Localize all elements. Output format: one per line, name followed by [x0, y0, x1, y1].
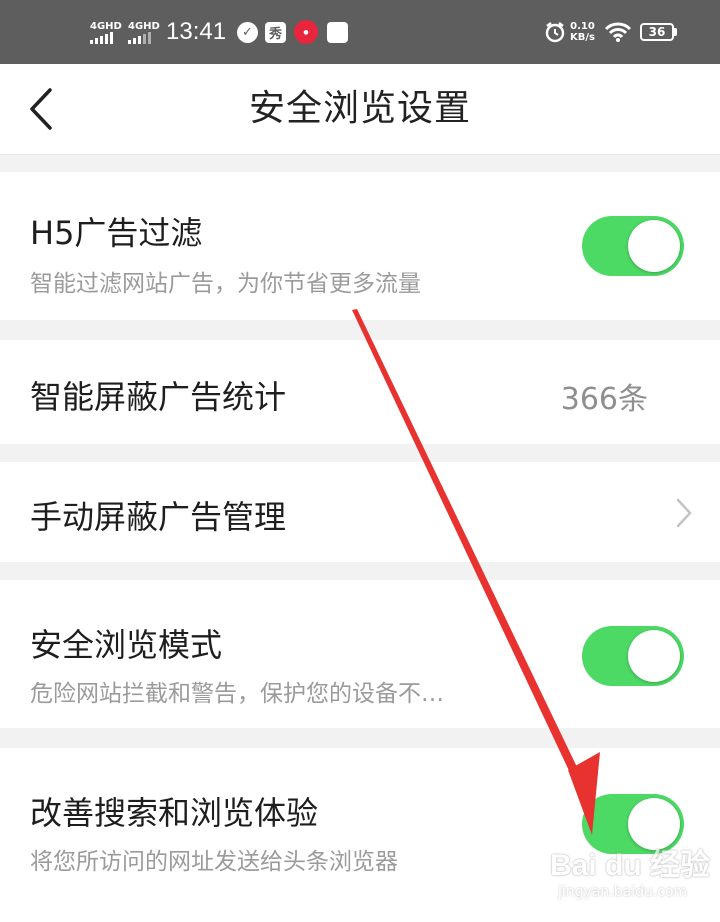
- sim2-label: 4GHD: [128, 20, 160, 32]
- toggle-knob: [628, 220, 680, 272]
- setting-title: 改善搜索和浏览体验: [30, 794, 319, 832]
- clock-app-icon: ✓: [237, 21, 258, 43]
- sim2-signal: 4GHD: [128, 0, 160, 64]
- status-time: 13:41: [166, 18, 227, 45]
- net-speed: 0.10 KB/s: [570, 0, 595, 64]
- net-speed-unit: KB/s: [570, 32, 595, 43]
- battery-level: 36: [640, 23, 674, 41]
- chevron-right-icon: [674, 496, 694, 530]
- watermark-brand: Bai du 经验: [550, 849, 711, 882]
- notification-icon: [327, 21, 348, 43]
- setting-title: 安全浏览模式: [30, 626, 223, 664]
- safe-mode-toggle[interactable]: [582, 626, 684, 686]
- setting-h5-ad-filter[interactable]: H5广告过滤 智能过滤网站广告，为你节省更多流量: [0, 172, 720, 320]
- h5-filter-toggle[interactable]: [582, 216, 684, 276]
- setting-title: 智能屏蔽广告统计: [30, 378, 287, 416]
- setting-manual-block[interactable]: 手动屏蔽广告管理: [0, 462, 720, 562]
- watermark-url: jingyan.baidu.com: [558, 884, 688, 900]
- red-app-icon: ●: [294, 20, 318, 44]
- setting-title: H5广告过滤: [30, 214, 203, 252]
- sim1-label: 4GHD: [90, 20, 122, 32]
- setting-subtitle: 智能过滤网站广告，为你节省更多流量: [30, 271, 421, 297]
- net-speed-value: 0.10: [570, 21, 595, 32]
- setting-subtitle: 危险网站拦截和警告，保护您的设备不…: [30, 681, 444, 707]
- setting-block-stats[interactable]: 智能屏蔽广告统计 366条: [0, 340, 720, 444]
- setting-title: 手动屏蔽广告管理: [30, 498, 287, 536]
- page-title: 安全浏览设置: [248, 88, 471, 129]
- sim1-signal: 4GHD: [90, 0, 122, 64]
- status-bar: 4GHD 4GHD 13:41 ✓ 秀 ● 0.10 KB/s 36: [0, 0, 720, 64]
- setting-safe-mode[interactable]: 安全浏览模式 危险网站拦截和警告，保护您的设备不…: [0, 580, 720, 728]
- wifi-icon: [604, 0, 632, 64]
- signal-icon: [128, 31, 151, 44]
- app-icon-xiu: 秀: [265, 21, 286, 43]
- toggle-knob: [628, 630, 680, 682]
- header: 安全浏览设置: [0, 64, 720, 155]
- block-count-value: 366条: [560, 382, 648, 417]
- alarm-icon: [544, 0, 566, 64]
- battery-icon: 36: [640, 0, 677, 64]
- baidu-watermark: Bai du 经验 jingyan.baidu.com: [550, 840, 710, 910]
- setting-subtitle: 将您所访问的网址发送给头条浏览器: [30, 849, 398, 875]
- signal-icon: [90, 31, 113, 44]
